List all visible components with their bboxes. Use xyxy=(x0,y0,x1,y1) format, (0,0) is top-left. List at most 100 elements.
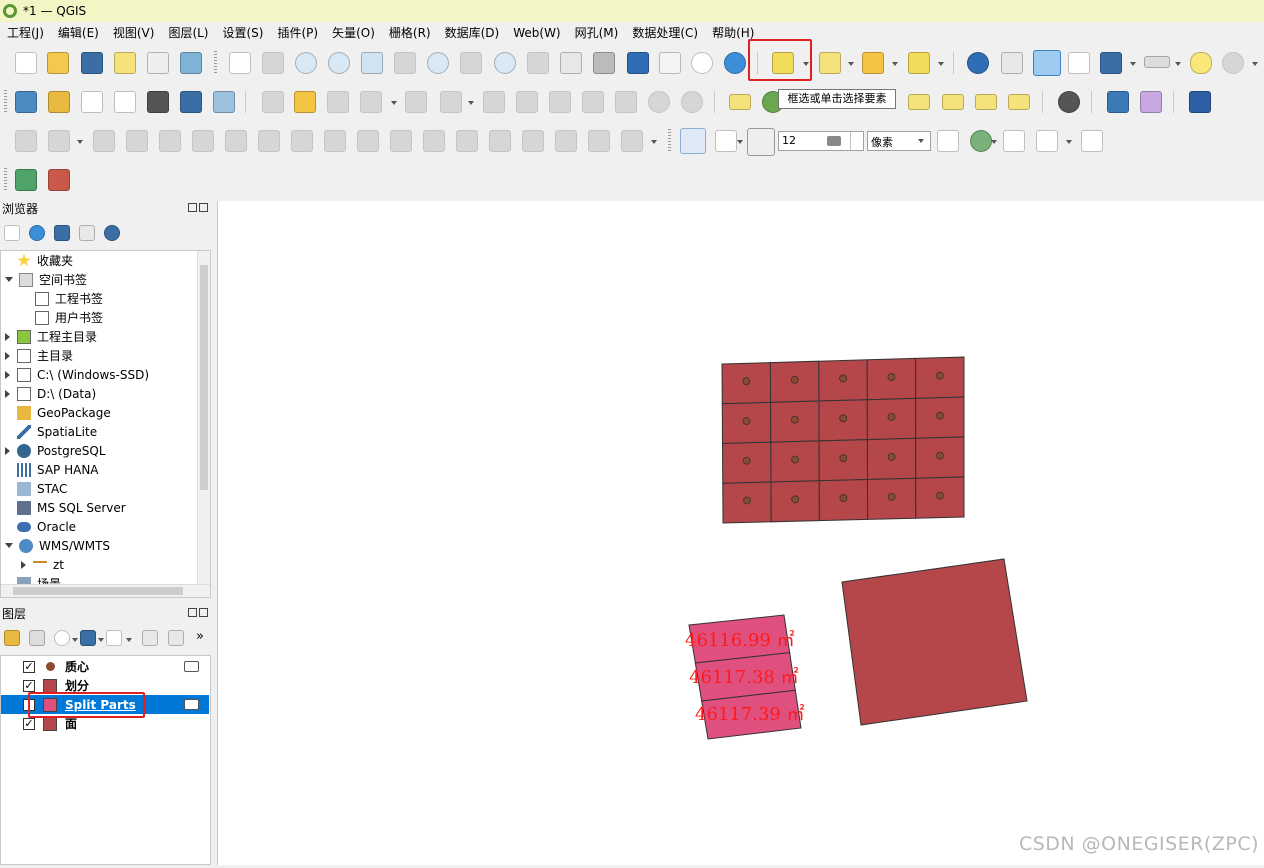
centroid-point[interactable] xyxy=(742,417,751,425)
new-project-icon[interactable] xyxy=(15,52,37,74)
simplify-features-icon[interactable] xyxy=(357,130,379,152)
snapping-topology-icon[interactable] xyxy=(937,130,959,152)
centroid-point[interactable] xyxy=(791,455,799,464)
add-part-icon[interactable] xyxy=(93,130,115,152)
temporal-controller-icon[interactable] xyxy=(691,52,713,74)
attribute-edit-icon[interactable] xyxy=(483,91,505,113)
rotate-point-symbols-icon[interactable] xyxy=(522,130,544,152)
zoom-native-resolution-icon[interactable] xyxy=(460,52,482,74)
centroid-point[interactable] xyxy=(839,454,848,463)
trim-extend-icon[interactable] xyxy=(324,130,346,152)
browser-item-d-drive[interactable]: D:\ (Data) xyxy=(5,384,96,403)
cut-features-icon[interactable] xyxy=(549,91,571,113)
layer-styling-brush-icon[interactable] xyxy=(4,630,20,646)
enable-snapping-magnet-icon[interactable] xyxy=(680,128,706,154)
map-tips-icon[interactable] xyxy=(1190,52,1212,74)
quickmapservices-icon[interactable] xyxy=(1058,91,1080,113)
toolbar-handle[interactable] xyxy=(4,168,7,192)
centroid-point[interactable] xyxy=(935,491,944,500)
data-source-manager-icon[interactable] xyxy=(15,91,37,113)
menu-edit[interactable]: 编辑(E) xyxy=(51,24,106,41)
centroid-point[interactable] xyxy=(839,494,848,502)
refresh-icon[interactable] xyxy=(724,52,746,74)
chevron-down-icon[interactable] xyxy=(1066,140,1072,144)
snapping-intersection-icon[interactable] xyxy=(1003,130,1025,152)
centroid-point[interactable] xyxy=(935,371,944,380)
python-console-icon[interactable] xyxy=(1107,91,1129,113)
temporary-layer-icon[interactable] xyxy=(184,661,199,672)
chevron-right-icon[interactable] xyxy=(5,332,10,341)
zoom-last-icon[interactable] xyxy=(494,52,516,74)
centroid-point[interactable] xyxy=(790,375,799,384)
layer-visibility-checkbox[interactable]: ✓ xyxy=(23,717,35,730)
menu-web[interactable]: Web(W) xyxy=(506,26,567,40)
browser-item-geopackage[interactable]: GeoPackage xyxy=(17,403,111,422)
layer-visibility-checkbox[interactable]: ✓ xyxy=(23,660,35,673)
centroid-point[interactable] xyxy=(887,492,896,501)
new-geopackage-layer-icon[interactable] xyxy=(48,91,70,113)
info-icon[interactable] xyxy=(104,225,120,241)
identify-features-icon[interactable] xyxy=(967,52,989,74)
menu-processing[interactable]: 数据处理(C) xyxy=(625,24,705,41)
chevron-down-icon[interactable] xyxy=(5,277,13,282)
chevron-down-icon[interactable] xyxy=(991,140,997,144)
mesh-transform-icon[interactable] xyxy=(48,169,70,191)
filter-legend-icon[interactable] xyxy=(80,630,96,646)
chevron-down-icon[interactable] xyxy=(737,140,743,144)
show-hide-labels-icon[interactable] xyxy=(908,94,930,110)
delete-ring-icon[interactable] xyxy=(159,130,181,152)
pan-hand-icon[interactable] xyxy=(229,52,251,74)
style-manager-icon[interactable] xyxy=(180,52,202,74)
browser-item-home[interactable]: 主目录 xyxy=(5,346,73,365)
modify-attributes-icon[interactable] xyxy=(440,91,462,113)
browser-item-postgresql[interactable]: PostgreSQL xyxy=(5,441,106,460)
centroid-point[interactable] xyxy=(935,411,944,420)
chevron-down-icon[interactable] xyxy=(72,638,78,642)
chevron-down-icon[interactable] xyxy=(5,543,13,548)
snapping-scale-icon[interactable] xyxy=(1081,130,1103,152)
select-by-location-icon[interactable] xyxy=(908,52,930,74)
add-group-icon[interactable] xyxy=(29,630,45,646)
temporary-layer-icon[interactable] xyxy=(184,699,199,710)
snapping-tolerance-input[interactable]: 12 xyxy=(778,131,864,151)
close-panel-icon[interactable] xyxy=(199,608,208,617)
polygon-feature[interactable] xyxy=(841,558,1028,726)
open-attribute-table-icon[interactable] xyxy=(1001,52,1023,74)
browser-vertical-scrollbar[interactable] xyxy=(197,251,210,597)
delete-selected-icon[interactable] xyxy=(516,91,538,113)
centroid-point[interactable] xyxy=(887,413,896,421)
offset-point-symbols-icon[interactable] xyxy=(555,130,577,152)
centroid-point[interactable] xyxy=(743,496,751,505)
toggle-editing-pencil-icon[interactable] xyxy=(294,91,316,113)
chevron-down-icon[interactable] xyxy=(848,62,854,66)
merge-features-icon[interactable] xyxy=(456,130,478,152)
new-map-view-icon[interactable] xyxy=(560,52,582,74)
menu-project[interactable]: 工程(J) xyxy=(0,24,51,41)
centroid-point[interactable] xyxy=(887,373,896,381)
expand-all-icon[interactable] xyxy=(142,630,158,646)
spin-arrows-icon[interactable] xyxy=(850,132,863,150)
chevron-right-icon[interactable] xyxy=(5,370,10,379)
centroid-point[interactable] xyxy=(935,451,944,460)
plugin-grid-icon[interactable] xyxy=(1140,91,1162,113)
toolbar-handle[interactable] xyxy=(4,90,7,114)
snapping-tracing-icon[interactable] xyxy=(970,130,992,152)
chevron-right-icon[interactable] xyxy=(5,351,10,360)
deselect-features-icon[interactable] xyxy=(862,52,884,74)
save-edits-icon[interactable] xyxy=(327,91,349,113)
new-spatial-bookmark-icon[interactable] xyxy=(627,52,649,74)
centroid-point[interactable] xyxy=(839,374,847,383)
change-label-icon[interactable] xyxy=(1008,94,1030,110)
advanced-digitizing-icon[interactable] xyxy=(15,130,37,152)
select-by-value-icon[interactable] xyxy=(819,52,841,74)
chevron-right-icon[interactable] xyxy=(5,446,10,455)
layer-row-centroid[interactable]: ✓ 质心 xyxy=(1,657,209,676)
chevron-down-icon[interactable] xyxy=(892,62,898,66)
move-label-icon[interactable] xyxy=(942,94,964,110)
chevron-down-icon[interactable] xyxy=(1130,62,1136,66)
browser-horizontal-scrollbar[interactable] xyxy=(1,584,210,597)
zoom-out-icon[interactable] xyxy=(328,52,350,74)
centroid-point[interactable] xyxy=(887,453,896,461)
add-line-feature-icon[interactable] xyxy=(360,91,382,113)
centroid-point[interactable] xyxy=(790,415,799,424)
